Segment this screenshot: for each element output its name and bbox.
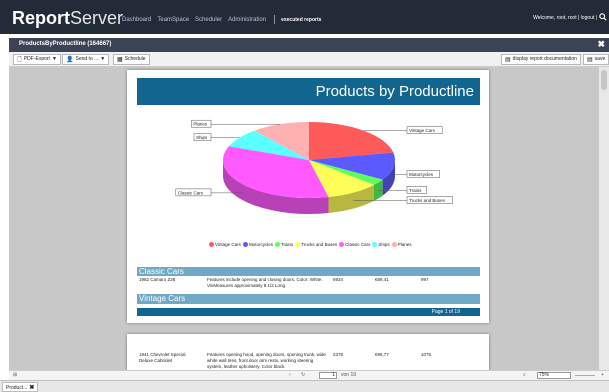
legend-swatch [372,242,378,247]
product-description: Features opening hood, opening doors, op… [207,352,326,369]
legend-label: Trucks and Buses [301,242,338,247]
report-window-titlebar: ProductsByProductline (164667) ✖ [9,38,609,52]
task-bar: Product... ✖ [0,380,609,392]
chevron-down-icon: ▼ [51,56,57,62]
group-header-vintage-cars: Vintage Cars [137,294,480,304]
legend-item-planes: Planes [391,242,412,247]
product-name: 1982 Camaro Z28 [139,277,176,282]
pie-label-vintage-cars: Vintage Cars [409,128,436,133]
report-tab-label: Product... [6,385,28,391]
vertical-scrollbar[interactable] [599,67,609,370]
nav-executed-reports[interactable]: executed reports [281,17,321,23]
legend-label: Motorcycles [248,242,273,247]
report-documentation-button[interactable]: ▤ display report documentation [501,54,581,65]
group-header-classic-cars: Classic Cars [137,267,480,276]
send-to-button[interactable]: 👤 Send to ... ▼ [62,54,110,65]
product-description: Features include opening and closing doo… [207,277,323,288]
send-to-label: Send to ... [75,56,99,62]
pie-label-trucks-and-buses: Trucks and Buses [409,198,446,203]
schedule-button[interactable]: ▦ Schedule [113,54,150,65]
page-count-label: von 19 [341,372,357,378]
product-price: €89,41 [375,277,389,282]
product-code: 1076 [421,352,432,357]
legend-item-motorcycles: Motorcycles [242,242,273,247]
close-icon[interactable]: ✖ [597,40,605,49]
nav-divider [274,15,276,24]
pie-label-classic-cars: Classic Cars [178,190,204,195]
nav-administration[interactable]: Administration [228,17,266,23]
pie-label-trains: Trains [409,188,422,193]
report-tab[interactable]: Product... ✖ [2,382,39,392]
report-header: Products by Productline [137,78,480,105]
zoom-in-icon[interactable]: + [601,372,604,378]
app-logo[interactable]: ReportServer [12,8,123,28]
export-label: PDF-Export [23,56,50,62]
refresh-icon[interactable]: ↻ [301,372,305,378]
layout-icon[interactable]: ⊞ [13,372,17,378]
legend-item-trucks-and-buses: Trucks and Buses [295,242,337,247]
close-icon[interactable]: ✖ [29,385,34,391]
legend-item-classic-cars: Classic Cars [339,242,370,247]
legend-swatch [339,242,345,247]
report-toolbar: 🗋 PDF-Export ▼ 👤 Send to ... ▼ ▦ Schedul… [9,52,609,67]
nav-scheduler[interactable]: Scheduler [195,17,222,23]
chart-legend: Vintage Cars Motorcycles Trains Trucks and … [209,242,413,247]
pie-label-motorcycles: Motorcycles [409,172,434,177]
legend-item-vintage-cars: Vintage Cars [209,242,241,247]
legend-swatch [295,242,301,247]
legend-swatch [209,242,214,247]
product-quantity: 2378 [333,352,344,357]
legend-item-trains: Trains [274,242,294,247]
product-price: €95,77 [375,352,389,357]
report-title: Products by Productline [315,83,474,100]
calendar-icon: ▦ [117,56,123,63]
document-icon: ▤ [505,56,511,63]
pie-label-ships: Ships [196,135,208,140]
page-number-label: Page 1 of 19 [431,309,460,315]
main-menu: Dashboard TeamSpace Scheduler Administra… [122,15,327,24]
nav-teamspace[interactable]: TeamSpace [157,17,189,23]
legend-label: Classic Cars [345,242,371,247]
report-documentation-label: display report documentation [512,56,577,62]
legend-swatch [391,242,397,247]
search-icon[interactable] [599,13,607,21]
user-icon: 👤 [66,56,74,63]
legend-label: Planes [397,242,412,247]
top-navigation-bar: ReportServer Dashboard TeamSpace Schedul… [0,0,609,34]
document-icon: 🗋 [17,56,22,63]
save-icon: ▤ [587,56,593,63]
welcome-text[interactable]: Welcome, root, root | logout | [533,15,597,21]
save-label: save [594,56,606,62]
pie-chart: Vintage Cars Motorcycles Trains Trucks and … [175,119,453,214]
page-footer: Page 1 of 19 [137,308,480,316]
product-code: 997 [421,277,429,282]
previous-page-icon[interactable]: ‹ [289,372,291,378]
product-name: 1941 Chevrolet Special Deluxe Cabriolet [139,352,186,363]
report-page: 1941 Chevrolet Special Deluxe Cabriolet … [127,334,489,370]
zoom-out-icon[interactable]: ⌕ [523,372,526,378]
pie-label-planes: Planes [193,122,208,127]
legend-swatch [242,242,248,247]
save-button[interactable]: ▤ save [583,54,609,65]
legend-swatch [274,242,280,247]
zoom-slider[interactable] [575,375,595,376]
legend-label: Vintage Cars [215,242,241,247]
product-quantity: 6934 [333,277,344,282]
report-page: Products by Productline Vintage Cars Moto… [127,70,489,323]
legend-label: Ships [378,242,390,247]
report-preview-area[interactable]: Products by Productline Vintage Cars Moto… [9,67,599,370]
nav-dashboard[interactable]: Dashboard [122,17,151,23]
schedule-label: Schedule [124,56,146,62]
legend-label: Trains [280,242,294,247]
report-window-title: ProductsByProductline (164667) [19,41,112,47]
zoom-select[interactable]: 75% [537,372,571,379]
chevron-down-icon: ▼ [100,56,106,62]
scrollbar-thumb[interactable] [601,70,607,90]
export-button[interactable]: 🗋 PDF-Export ▼ [13,54,61,65]
legend-item-ships: Ships [372,242,390,247]
paging-toolbar: ⊞ ‹ ↻ 1 von 19 ⌕ 75% + [9,370,609,380]
page-number-input[interactable]: 1 [319,372,337,379]
